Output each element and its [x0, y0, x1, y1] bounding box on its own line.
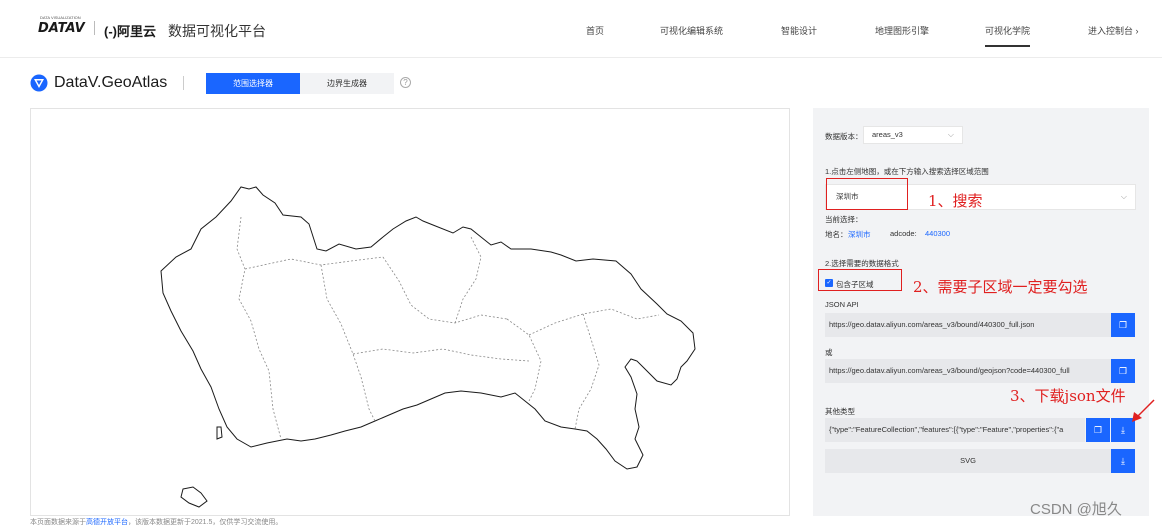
nav-item-geo-engine[interactable]: 地理图形引擎 — [875, 24, 929, 37]
chevron-down-icon: ⌵ — [947, 130, 954, 139]
copy-geojson-content-button[interactable]: ❐ — [1086, 418, 1110, 442]
footnote-prefix: 本页面数据来源于 — [30, 519, 86, 526]
logo-divider — [94, 21, 95, 35]
step1-label: 1.点击左侧地图，或在下方输入搜索选择区域范围 — [825, 167, 989, 176]
svg-label-field: SVG — [825, 449, 1111, 473]
brand-title: DataV.GeoAtlas — [54, 74, 168, 91]
copy-icon: ❐ — [1118, 366, 1128, 376]
data-version-label: 数据版本： — [825, 132, 863, 141]
nav-item-editor[interactable]: 可视化编辑系统 — [660, 24, 723, 37]
download-icon: ⤓ — [1121, 456, 1125, 466]
shenzhen-map[interactable] — [31, 109, 791, 517]
data-version-select[interactable]: areas_v3 ⌵ — [863, 126, 963, 144]
help-icon[interactable]: ? — [400, 77, 411, 88]
annotation-box-search — [826, 178, 908, 210]
map-canvas[interactable] — [30, 108, 790, 516]
amap-link[interactable]: 高德开放平台 — [86, 519, 128, 526]
name-label: 地名： — [825, 230, 848, 239]
brand-divider — [183, 76, 184, 90]
csdn-watermark: CSDN @旭久 — [1030, 501, 1122, 518]
annotation-box-checkbox — [818, 269, 902, 291]
annotation-arrow-icon — [1132, 399, 1155, 422]
annotation-download: 3、下载json文件 — [1010, 387, 1126, 405]
district-borders — [236, 216, 660, 440]
other-type-label: 其他类型 — [825, 407, 855, 416]
aliyun-logo[interactable]: (-)阿里云 — [104, 21, 156, 40]
site-title: 数据可视化平台 — [168, 23, 266, 39]
logo-subtitle: DATA VISUALIZATION — [40, 15, 81, 20]
copy-icon: ❐ — [1118, 320, 1128, 330]
tab-range-selector[interactable]: 范围选择器 — [206, 73, 300, 94]
nav-item-smart-design[interactable]: 智能设计 — [781, 24, 817, 37]
copy-json-api-button[interactable]: ❐ — [1111, 313, 1135, 337]
download-svg-button[interactable]: ⤓ — [1111, 449, 1135, 473]
download-icon: ⤓ — [1121, 425, 1125, 435]
nav-item-home[interactable]: 首页 — [586, 24, 604, 37]
copy-icon: ❐ — [1093, 425, 1103, 435]
geoatlas-logo-icon — [30, 74, 48, 92]
nav-item-console[interactable]: 进入控制台 › — [1088, 24, 1139, 37]
islet-outline — [216, 426, 223, 440]
settings-panel: 数据版本： areas_v3 ⌵ 1.点击左侧地图，或在下方输入搜索选择区域范围… — [813, 108, 1149, 516]
current-selection-label: 当前选择： — [825, 215, 863, 224]
annotation-search: 1、搜索 — [928, 192, 983, 210]
nav-item-academy[interactable]: 可视化学院 — [985, 24, 1031, 47]
data-version-value: areas_v3 — [872, 130, 903, 139]
adcode-label: adcode: — [890, 229, 917, 238]
tab-boundary-generator[interactable]: 边界生成器 — [300, 73, 394, 94]
annotation-subregion: 2、需要子区域一定要勾选 — [913, 278, 1088, 296]
name-value: 深圳市 — [848, 230, 871, 239]
top-nav: DATA VISUALIZATION DATAV (-)阿里云 数据可视化平台 … — [0, 0, 1162, 58]
geojson-preview-field[interactable]: {"type":"FeatureCollection","features":[… — [825, 418, 1085, 442]
footnote-suffix: ，该版本数据更新于2021.5，仅供学习交流使用。 — [128, 519, 283, 526]
data-source-note: 本页面数据来源于高德开放平台，该版本数据更新于2021.5，仅供学习交流使用。 — [30, 517, 282, 527]
shenzhen-outline — [160, 186, 696, 470]
step2-label: 2.选择需要的数据格式 — [825, 259, 899, 268]
adcode-value: 440300 — [925, 229, 951, 238]
json-api-label: JSON API — [825, 300, 859, 309]
chevron-down-icon: ⌵ — [1120, 192, 1127, 201]
or-label: 或 — [825, 348, 833, 357]
datav-logo[interactable]: DATAV — [38, 21, 85, 36]
json-api-url-field[interactable]: https://geo.datav.aliyun.com/areas_v3/bo… — [825, 313, 1111, 337]
island-outline — [180, 486, 208, 508]
copy-geojson-button[interactable]: ❐ — [1111, 359, 1135, 383]
geojson-url-field[interactable]: https://geo.datav.aliyun.com/areas_v3/bo… — [825, 359, 1111, 383]
